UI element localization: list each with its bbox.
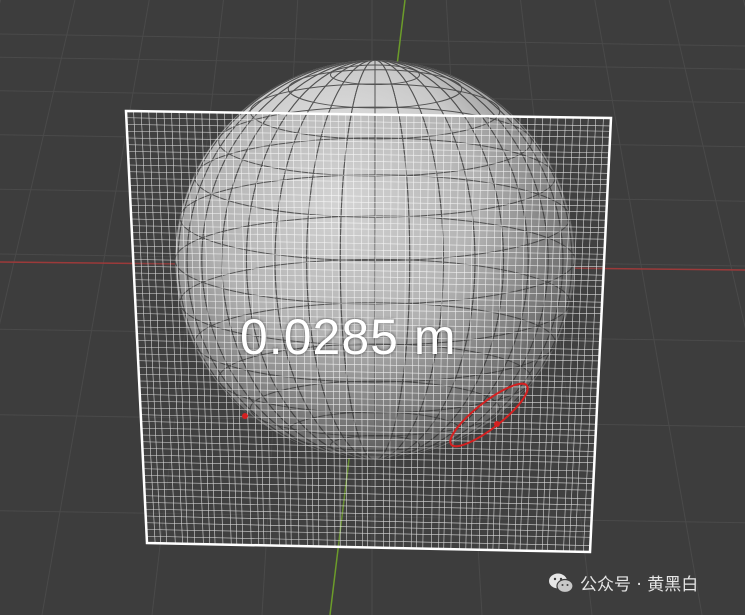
- watermark: 公众号 · 黄黑白: [548, 570, 698, 595]
- measurement-readout: 0.0285 m: [240, 309, 457, 365]
- watermark-text: 公众号 · 黄黑白: [580, 575, 699, 595]
- selected-vertex[interactable]: [242, 413, 248, 419]
- wechat-icon: [549, 573, 574, 593]
